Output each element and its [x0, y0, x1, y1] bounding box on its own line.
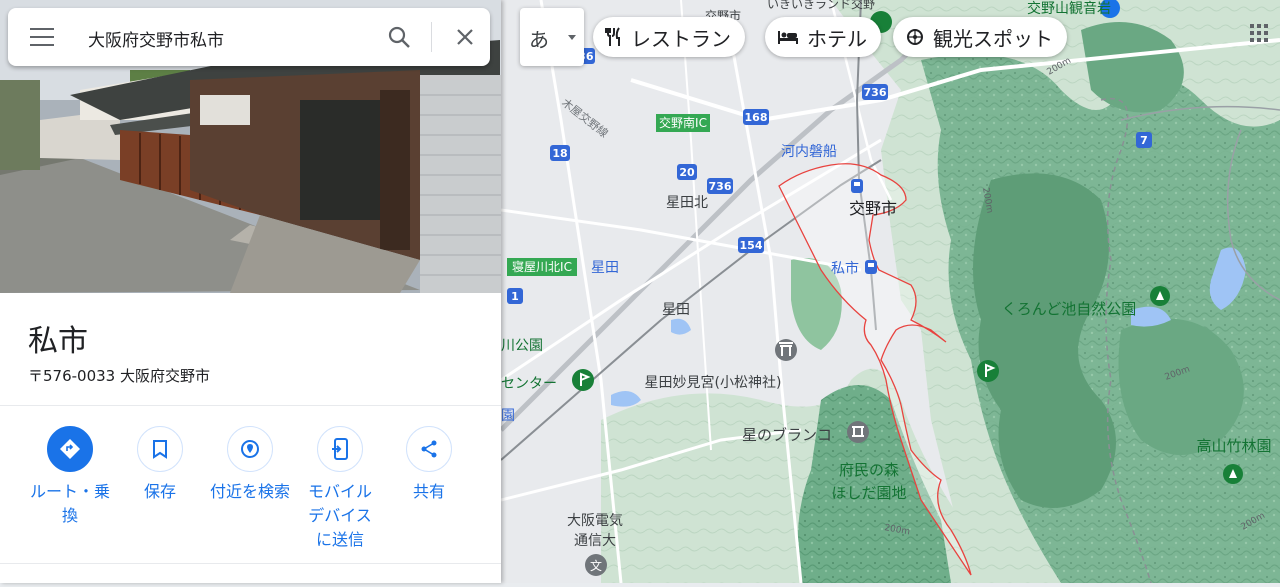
- park-pin-kuronndo[interactable]: [1150, 286, 1170, 306]
- route-shield: 168: [743, 109, 769, 125]
- search-input[interactable]: [86, 22, 370, 54]
- place-address: 〒576-0033 大阪府交野市: [28, 367, 210, 385]
- route-shield: 1: [507, 288, 523, 304]
- map-label-hoshida[interactable]: 星田: [662, 302, 690, 318]
- map-label-hoshida-enchi[interactable]: ほしだ園地: [831, 484, 906, 502]
- map-label-top-partial[interactable]: いきいきランド交野: [767, 0, 875, 11]
- map-label-takayama[interactable]: 高山竹林園: [1196, 437, 1271, 455]
- chip-hotel[interactable]: ホテル: [765, 17, 881, 57]
- menu-icon[interactable]: [30, 28, 54, 46]
- shrine-pin[interactable]: [775, 339, 797, 361]
- map-label-katano-city[interactable]: 交野市: [849, 199, 897, 218]
- map-label-osaka-denki[interactable]: 大阪電気: [567, 513, 623, 529]
- hotel-icon: [778, 31, 798, 44]
- svg-text:7: 7: [1140, 134, 1148, 147]
- svg-text:736: 736: [709, 180, 732, 193]
- park-pin-takayama[interactable]: [1223, 464, 1243, 484]
- map-label-center[interactable]: センター: [501, 376, 557, 392]
- route-shield: 18: [550, 145, 570, 161]
- directions-icon: [60, 439, 80, 459]
- svg-text:154: 154: [740, 239, 763, 252]
- golf-pin-b[interactable]: [572, 369, 594, 391]
- attractions-icon: [907, 29, 923, 45]
- place-panel: 私市 〒576-0033 大阪府交野市 ルート・乗換 保存 付近を検索 モバイル…: [0, 0, 501, 583]
- nearby-icon: [241, 440, 259, 458]
- map-label-kuronndo[interactable]: くろんど池自然公園: [1002, 300, 1137, 318]
- search-box: [8, 8, 490, 66]
- chip-restaurant[interactable]: レストラン: [593, 17, 745, 57]
- language-label: あ: [529, 28, 549, 52]
- place-title: 私市: [28, 324, 88, 359]
- action-label: 保存: [143, 482, 176, 501]
- route-shield: 20: [677, 164, 697, 180]
- bookmark-icon: [153, 440, 167, 459]
- share-button[interactable]: 共有: [384, 420, 474, 504]
- restaurant-icon: [605, 27, 620, 46]
- map-label-hoshida-kita[interactable]: 星田北: [666, 195, 708, 211]
- chip-label: ホテル: [807, 26, 867, 51]
- caret-down-icon: [568, 35, 576, 40]
- svg-text:20: 20: [679, 166, 695, 179]
- language-button[interactable]: あ: [520, 8, 584, 66]
- train-station-icon-katano[interactable]: [851, 179, 863, 193]
- map-label-myokengu[interactable]: 星田妙見宮(小松神社): [645, 375, 782, 391]
- action-label: 付近を検索: [209, 482, 290, 501]
- search-icon[interactable]: [386, 24, 412, 50]
- svg-text:168: 168: [745, 111, 768, 124]
- divider: [0, 405, 501, 406]
- ic-label: 寝屋川北IC: [512, 259, 572, 274]
- divider: [0, 563, 501, 564]
- route-shield: 7: [1136, 132, 1152, 148]
- map-label-hoshi-no-buranko[interactable]: 星のブランコ: [742, 426, 832, 444]
- chip-label: レストラン: [631, 26, 731, 51]
- map-label-hoshida-station[interactable]: 星田: [591, 260, 619, 276]
- action-label: 共有: [412, 482, 445, 501]
- train-station-icon-kisaichi[interactable]: [865, 260, 877, 274]
- directions-button[interactable]: ルート・乗換: [25, 420, 115, 528]
- map-label-fumin-no-mori[interactable]: 府民の森: [839, 461, 899, 479]
- apps-grid-icon[interactable]: [1250, 24, 1270, 44]
- map-svg[interactable]: 文 736 168 18 20 736 154 1 736 7 交野南IC 寝屋…: [499, 0, 1280, 584]
- share-icon: [421, 440, 437, 458]
- map-label-kawachi-iwafune[interactable]: 河内磐船: [781, 144, 837, 160]
- svg-text:18: 18: [552, 147, 567, 160]
- svg-text:文: 文: [590, 558, 602, 573]
- action-label: モバイル デバイス に送信: [307, 482, 372, 549]
- route-shield: 736: [707, 178, 733, 194]
- chip-attractions[interactable]: 観光スポット: [893, 17, 1067, 57]
- map-label-tsushin-dai[interactable]: 通信大: [574, 533, 616, 549]
- golf-pin-a[interactable]: [977, 360, 999, 382]
- ic-label: 交野南IC: [659, 115, 707, 130]
- bridge-pin[interactable]: [847, 421, 869, 443]
- svg-text:1: 1: [511, 290, 519, 303]
- map-label-kisaichi[interactable]: 私市: [831, 260, 859, 277]
- action-bar: ルート・乗換 保存 付近を検索 モバイル デバイス に送信 共有: [0, 420, 501, 560]
- chip-label: 観光スポット: [933, 26, 1053, 51]
- map-canvas[interactable]: 文 736 168 18 20 736 154 1 736 7 交野南IC 寝屋…: [499, 0, 1280, 584]
- route-shield: 736: [862, 84, 888, 100]
- nearby-button[interactable]: 付近を検索: [205, 420, 295, 504]
- map-label-kawa-park[interactable]: 川公園: [501, 338, 543, 354]
- send-to-phone-icon: [332, 438, 348, 460]
- svg-text:736: 736: [864, 86, 887, 99]
- map-label-en[interactable]: 園: [501, 408, 515, 424]
- save-button[interactable]: 保存: [115, 420, 205, 504]
- search-divider: [431, 22, 432, 52]
- close-icon[interactable]: [452, 24, 478, 50]
- map-label-kannon[interactable]: 交野山観音岩: [1027, 0, 1111, 17]
- route-shield: 154: [738, 237, 764, 253]
- send-to-phone-button[interactable]: モバイル デバイス に送信: [295, 420, 385, 552]
- action-label: ルート・乗換: [29, 482, 110, 525]
- university-pin[interactable]: 文: [585, 554, 607, 576]
